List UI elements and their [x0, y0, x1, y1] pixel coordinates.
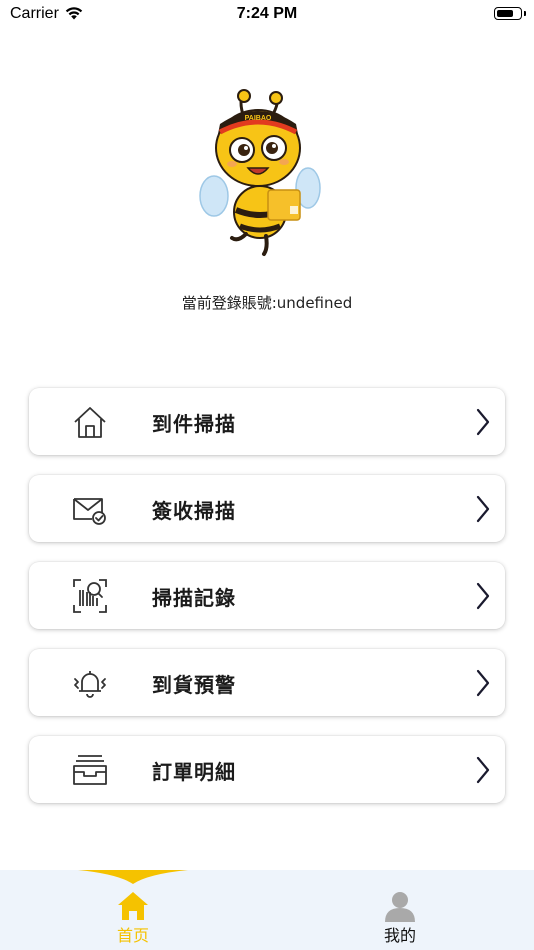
inbox-tray-icon	[73, 755, 107, 785]
chevron-right-icon	[476, 495, 490, 523]
menu-list: 到件掃描 簽收掃描 掃描記錄 到貨預警 訂單明細	[29, 388, 505, 823]
barcode-scan-icon	[73, 579, 107, 613]
bee-mascot: PAIBAO	[199, 89, 321, 256]
tab-home-label: 首页	[116, 926, 149, 945]
menu-item-label: 訂單明細	[152, 760, 236, 784]
menu-item-signoff-scan[interactable]: 簽收掃描	[29, 475, 505, 542]
menu-item-arrival-alert[interactable]: 到貨預警	[29, 649, 505, 716]
bell-icon	[74, 671, 106, 698]
chevron-right-icon	[476, 582, 490, 610]
chevron-right-icon	[476, 756, 490, 784]
clock: 7:24 PM	[236, 5, 298, 22]
user-icon	[385, 892, 415, 922]
battery-icon	[494, 7, 526, 20]
tab-mine-label: 我的	[383, 926, 416, 945]
house-icon	[74, 407, 106, 438]
menu-item-label: 到貨預警	[152, 673, 236, 697]
menu-item-label: 簽收掃描	[152, 499, 236, 523]
chevron-right-icon	[476, 669, 490, 697]
menu-item-label: 掃描記錄	[152, 586, 236, 610]
menu-item-arrival-scan[interactable]: 到件掃描	[29, 388, 505, 455]
chevron-right-icon	[476, 408, 490, 436]
battery-level	[497, 10, 513, 17]
envelope-check-icon	[73, 498, 106, 525]
menu-item-order-details[interactable]: 訂單明細	[29, 736, 505, 803]
home-icon	[118, 892, 148, 920]
active-tab-indicator	[78, 870, 188, 884]
menu-item-label: 到件掃描	[152, 412, 236, 436]
account-label: 當前登錄賬號:undefined	[181, 294, 353, 312]
tab-bar: 首页 我的	[0, 870, 534, 950]
tab-mine[interactable]: 我的	[360, 890, 440, 946]
menu-item-scan-records[interactable]: 掃描記錄	[29, 562, 505, 629]
svg-text:PAIBAO: PAIBAO	[245, 115, 272, 122]
status-bar: Carrier 7:24 PM	[0, 0, 534, 30]
tab-home[interactable]: 首页	[93, 890, 173, 946]
